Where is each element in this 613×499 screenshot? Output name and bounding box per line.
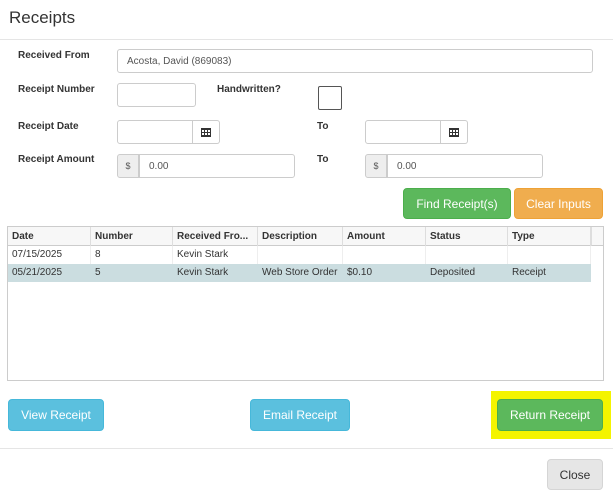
cell-description <box>258 246 343 264</box>
receipt-amount-to-input[interactable] <box>387 154 543 178</box>
cell-description: Web Store Order <box>262 267 338 278</box>
grid-header: Date Number Received Fro... Description … <box>8 227 591 246</box>
currency-addon-from: $ <box>117 154 139 178</box>
clear-inputs-button[interactable]: Clear Inputs <box>514 188 603 219</box>
table-row[interactable]: 07/15/2025 8 Kevin Stark <box>8 246 591 264</box>
handwritten-label: Handwritten? <box>217 84 281 95</box>
receipt-number-input[interactable] <box>117 83 196 107</box>
handwritten-checkbox[interactable] <box>318 86 342 110</box>
receipt-date-from-input[interactable] <box>117 120 193 144</box>
receipt-date-label: Receipt Date <box>18 121 79 132</box>
calendar-icon <box>449 128 459 137</box>
cell-type <box>508 246 591 264</box>
receipts-grid: Date Number Received Fro... Description … <box>7 226 604 381</box>
calendar-icon <box>201 128 211 137</box>
received-from-label: Received From <box>18 50 90 61</box>
column-header-date[interactable]: Date <box>8 227 91 246</box>
column-header-status[interactable]: Status <box>426 227 508 246</box>
table-row-selected[interactable]: 05/21/2025 5 Kevin Stark Web Store Order… <box>8 264 591 282</box>
receipt-date-to-label: To <box>317 121 329 132</box>
receipt-date-from-calendar-button[interactable] <box>193 120 220 144</box>
column-header-received-from[interactable]: Received Fro... <box>173 227 258 246</box>
currency-addon-to: $ <box>365 154 387 178</box>
cell-date: 05/21/2025 <box>12 267 63 278</box>
cell-type: Receipt <box>512 267 546 278</box>
receipt-number-label: Receipt Number <box>18 84 95 95</box>
close-button[interactable]: Close <box>547 459 603 490</box>
return-receipt-button[interactable]: Return Receipt <box>497 399 603 431</box>
grid-scrollbar-gutter <box>591 227 603 246</box>
column-header-number[interactable]: Number <box>91 227 173 246</box>
cell-status <box>426 246 508 264</box>
email-receipt-button[interactable]: Email Receipt <box>250 399 350 431</box>
cell-status: Deposited <box>430 267 476 278</box>
footer-divider <box>0 448 613 449</box>
column-header-amount[interactable]: Amount <box>343 227 426 246</box>
header-divider <box>0 39 613 40</box>
cell-received-from: Kevin Stark <box>177 267 229 278</box>
modal-title: Receipts <box>9 8 76 27</box>
receipt-amount-from-input[interactable] <box>139 154 295 178</box>
receipt-date-to-calendar-button[interactable] <box>441 120 468 144</box>
cell-date: 07/15/2025 <box>8 246 91 264</box>
receipt-amount-to-label: To <box>317 154 329 165</box>
column-header-description[interactable]: Description <box>258 227 343 246</box>
cell-number: 8 <box>91 246 173 264</box>
receipt-date-to-input[interactable] <box>365 120 441 144</box>
cell-received-from: Kevin Stark <box>173 246 258 264</box>
cell-amount <box>343 246 426 264</box>
receipt-amount-label: Receipt Amount <box>18 154 95 165</box>
received-from-input[interactable] <box>117 49 593 73</box>
cell-amount: $0.10 <box>347 267 373 278</box>
column-header-type[interactable]: Type <box>508 227 591 246</box>
cell-number: 5 <box>95 267 101 278</box>
find-receipts-button[interactable]: Find Receipt(s) <box>403 188 511 219</box>
view-receipt-button[interactable]: View Receipt <box>8 399 104 431</box>
